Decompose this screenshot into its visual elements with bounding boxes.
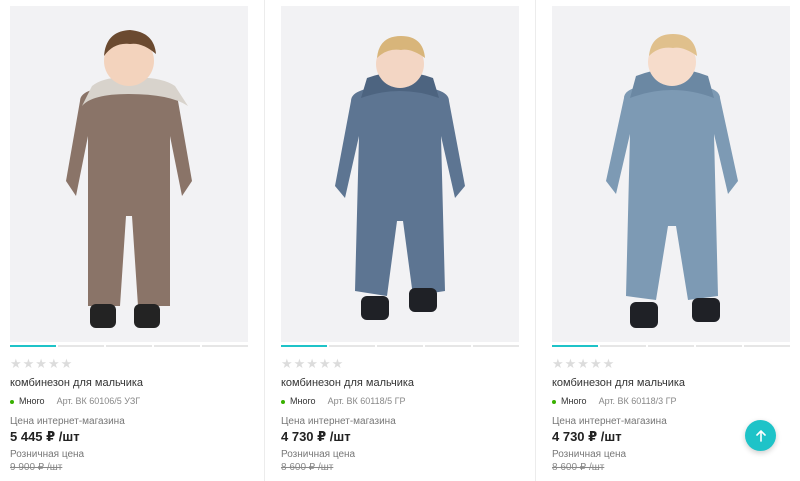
slider-segment[interactable] [648,345,694,347]
scroll-to-top-button[interactable] [745,420,776,451]
stock-dot-icon [552,399,556,404]
product-title[interactable]: комбинезон для мальчика [552,377,685,390]
retail-price: 8 600 ₽ /шт [552,462,605,473]
slider-segment[interactable] [329,345,375,347]
stock-status: Много [19,396,45,406]
slider-segment[interactable] [281,345,327,347]
product-photo-illustration [10,6,248,342]
retail-price-label: Розничная цена [281,449,356,460]
price: 5 445 ₽ /шт [10,429,80,444]
rating-stars[interactable]: ★★★★★ [552,357,615,371]
article-number: Арт. ВК 60118/5 ГР [327,396,406,406]
slider-segment[interactable] [696,345,742,347]
product-title[interactable]: комбинезон для мальчика [281,377,414,390]
product-photo-illustration [552,6,790,342]
slider-segment[interactable] [202,345,248,347]
column-divider [264,0,265,481]
stock-dot-icon [281,399,285,404]
price: 4 730 ₽ /шт [552,429,622,444]
retail-price: 8 600 ₽ /шт [281,462,334,473]
slider-segment[interactable] [744,345,790,347]
slider-segment[interactable] [473,345,519,347]
article-number: Арт. ВК 60118/3 ГР [598,396,677,406]
product-image[interactable] [281,6,519,342]
price-label: Цена интернет-магазина [10,416,125,427]
price: 4 730 ₽ /шт [281,429,351,444]
column-divider [535,0,536,481]
article-number: Арт. ВК 60106/5 УЗГ [56,396,141,406]
product-card[interactable]: ★★★★★ комбинезон для мальчика Много Арт.… [552,0,790,481]
slider-segment[interactable] [106,345,152,347]
retail-price-label: Розничная цена [552,449,627,460]
stock-row: Много Арт. ВК 60118/3 ГР [552,396,677,407]
retail-price-label: Розничная цена [10,449,85,460]
arrow-up-icon [755,429,766,442]
slider-segment[interactable] [10,345,56,347]
stock-row: Много Арт. ВК 60106/5 УЗГ [10,396,140,407]
rating-stars[interactable]: ★★★★★ [281,357,344,371]
product-card[interactable]: ★★★★★ комбинезон для мальчика Много Арт.… [10,0,248,481]
stock-row: Много Арт. ВК 60118/5 ГР [281,396,406,407]
slider-segment[interactable] [425,345,471,347]
slider-segment[interactable] [58,345,104,347]
rating-stars[interactable]: ★★★★★ [10,357,73,371]
stock-dot-icon [10,399,14,404]
product-card[interactable]: ★★★★★ комбинезон для мальчика Много Арт.… [281,0,519,481]
slider-segment[interactable] [154,345,200,347]
slider-segment[interactable] [552,345,598,347]
retail-price: 9 900 ₽ /шт [10,462,63,473]
image-slider-indicator[interactable] [552,345,790,347]
product-image[interactable] [10,6,248,342]
product-image[interactable] [552,6,790,342]
stock-status: Много [290,396,316,406]
product-photo-illustration [281,6,519,342]
product-grid: ★★★★★ комбинезон для мальчика Много Арт.… [0,0,800,481]
image-slider-indicator[interactable] [10,345,248,347]
price-label: Цена интернет-магазина [552,416,667,427]
price-label: Цена интернет-магазина [281,416,396,427]
slider-segment[interactable] [377,345,423,347]
image-slider-indicator[interactable] [281,345,519,347]
stock-status: Много [561,396,587,406]
slider-segment[interactable] [600,345,646,347]
product-title[interactable]: комбинезон для мальчика [10,377,143,390]
